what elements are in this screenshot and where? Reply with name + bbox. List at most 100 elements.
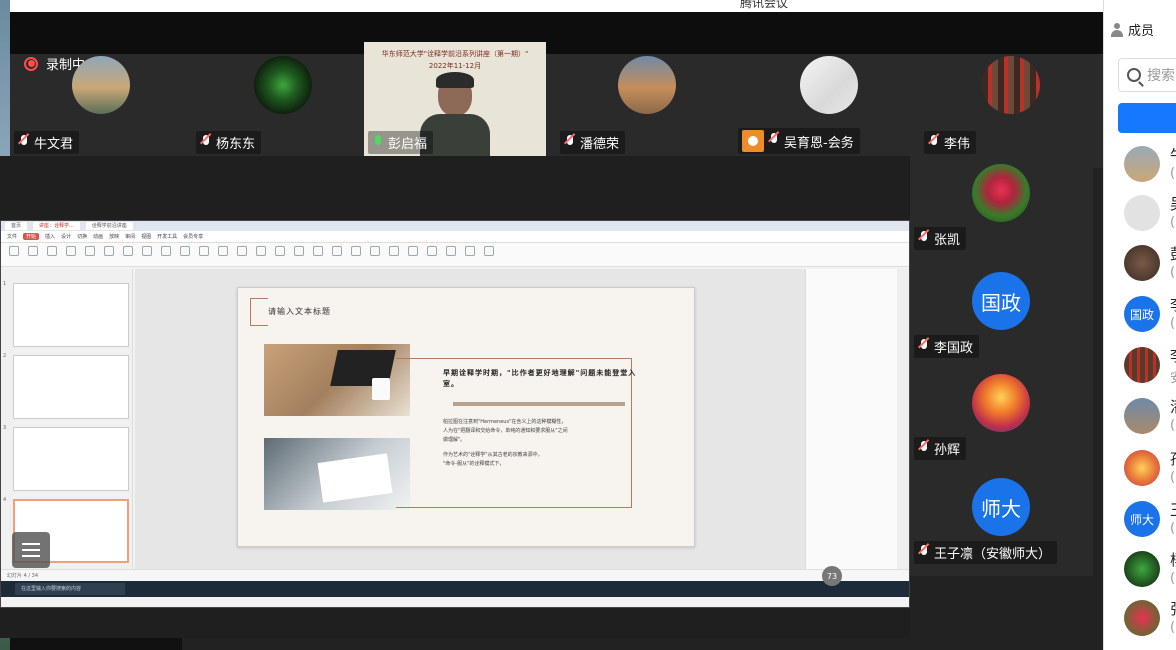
ppt-menu-item[interactable]: 设计 (61, 233, 71, 240)
ribbon-icon[interactable] (104, 246, 114, 256)
participant-tile[interactable]: 牛文君 (10, 42, 192, 156)
member-name: 吴 (1170, 193, 1176, 214)
host-slide-text: 华东师范大学"诠释学前沿系列讲座（第一期）" 2022年11-12月 (368, 48, 542, 72)
member-sub: ( (1170, 470, 1176, 485)
slide-thumbnail[interactable] (13, 283, 129, 347)
member-list-item[interactable]: 潘 ( (1124, 398, 1176, 446)
ppt-menu-item[interactable]: 会员专享 (183, 233, 203, 240)
participant-tile[interactable]: 师大 王子凛（安徽师大） (910, 470, 1093, 570)
ribbon-icon[interactable] (66, 246, 76, 256)
slide[interactable]: 请输入文本标题 早期诠释学时期，"比作者更好地理解"问题未能登堂入室。 柏拉图在… (237, 287, 695, 547)
ribbon-icon[interactable] (142, 246, 152, 256)
slide-title[interactable]: 请输入文本标题 (268, 306, 331, 317)
ribbon-icon[interactable] (332, 246, 342, 256)
ribbon-icon[interactable] (161, 246, 171, 256)
ribbon-icon[interactable] (180, 246, 190, 256)
avatar (1124, 245, 1160, 281)
ribbon-icon[interactable] (47, 246, 57, 256)
avatar (1124, 195, 1160, 231)
ppt-menu-item[interactable]: 开始 (23, 233, 40, 240)
laptop-photo (264, 344, 410, 416)
member-list-item[interactable]: 孙 ( (1124, 450, 1176, 498)
member-list-item[interactable]: 李 安 (1124, 347, 1176, 395)
slide-thumbnail[interactable] (13, 427, 129, 491)
shared-screen[interactable]: 首页 讲座：诠释学... 诠释学前沿讲座 文件 开始 插入 设计 切换 动画 放… (0, 220, 910, 608)
ppt-menu-item[interactable]: 动画 (93, 233, 103, 240)
ribbon-icon[interactable] (446, 246, 456, 256)
ribbon-icon[interactable] (28, 246, 38, 256)
ppt-tab[interactable]: 诠释学前沿讲座 (85, 222, 133, 230)
member-sub: ( (1170, 620, 1176, 635)
taskbar-search[interactable]: 在这里输入你要搜索的内容 (15, 583, 125, 595)
ribbon-icon[interactable] (85, 246, 95, 256)
avatar (972, 374, 1030, 432)
member-sub: ( (1170, 166, 1176, 181)
ribbon-icon[interactable] (218, 246, 228, 256)
member-name: 王 (1170, 499, 1176, 520)
ribbon-icon[interactable] (351, 246, 361, 256)
ribbon-icon[interactable] (389, 246, 399, 256)
member-sub: ( (1170, 418, 1176, 433)
slide-thumbnail[interactable] (13, 355, 129, 419)
ppt-menu-item[interactable]: 视图 (141, 233, 151, 240)
ppt-statusbar: 幻灯片 4 / 34 (1, 569, 909, 581)
host-video-tile[interactable]: 华东师范大学"诠释学前沿系列讲座（第一期）" 2022年11-12月 彭启福 (364, 42, 546, 156)
ribbon-icon[interactable] (294, 246, 304, 256)
ppt-tab[interactable]: 首页 (5, 222, 28, 230)
member-search-input[interactable]: 搜索 (1118, 58, 1176, 92)
participant-name: 王子凛（安徽师大） (934, 547, 1052, 562)
member-name: 张 (1170, 598, 1176, 619)
participant-tile[interactable]: 吴育恩-会务 (738, 42, 920, 156)
ribbon-icon[interactable] (275, 246, 285, 256)
mic-muted-icon (768, 133, 780, 149)
participant-tile[interactable]: 张凯 (910, 156, 1093, 256)
slide-counter: 幻灯片 4 / 34 (7, 573, 38, 579)
slide-body-line: "命令-服从"的诠释模式下， (443, 461, 505, 467)
participant-name-bar: 李国政 (914, 335, 980, 358)
avatar: 师大 (1124, 501, 1160, 537)
member-sub: ( (1170, 521, 1176, 536)
ribbon-icon[interactable] (465, 246, 475, 256)
member-list-item[interactable]: 张 ( (1124, 600, 1176, 648)
ribbon-icon[interactable] (427, 246, 437, 256)
ribbon-icon[interactable] (370, 246, 380, 256)
participant-name: 吴育恩-会务 (784, 135, 854, 151)
member-name: 李 (1170, 345, 1176, 366)
participant-name: 孙辉 (934, 443, 961, 458)
member-list-item[interactable]: 杨 ( (1124, 551, 1176, 599)
participant-name: 李伟 (944, 137, 971, 152)
participant-name-bar: 张凯 (914, 227, 967, 250)
member-name: 牛 (1170, 144, 1176, 165)
members-header: 成员 (1110, 20, 1154, 39)
invite-button[interactable] (1118, 103, 1176, 133)
participant-tile[interactable]: 国政 李国政 (910, 264, 1093, 364)
participant-tile[interactable]: 潘德荣 (556, 42, 738, 156)
ribbon-icon[interactable] (256, 246, 266, 256)
ppt-menu-item[interactable]: 放映 (109, 233, 119, 240)
member-list-item[interactable]: 国政 李 ( (1124, 296, 1176, 344)
ppt-tab[interactable]: 讲座：诠释学... (33, 222, 80, 230)
ribbon-icon[interactable] (9, 246, 19, 256)
ribbon-icon[interactable] (237, 246, 247, 256)
mic-muted-icon (564, 134, 576, 151)
ppt-menu-item[interactable]: 开发工具 (157, 233, 177, 240)
member-list-item[interactable]: 彭 ( (1124, 245, 1176, 293)
ribbon-icon[interactable] (313, 246, 323, 256)
member-list-item[interactable]: 吴 ( (1124, 195, 1176, 243)
ribbon-icon[interactable] (199, 246, 209, 256)
participant-tile[interactable]: 李伟 (920, 42, 1102, 156)
ppt-menu-item[interactable]: 插入 (45, 233, 55, 240)
ppt-menu-item[interactable]: 审阅 (125, 233, 135, 240)
member-list-item[interactable]: 牛 ( (1124, 146, 1176, 194)
participant-tile[interactable]: 孙辉 (910, 366, 1093, 466)
participant-tile[interactable]: 杨东东 (192, 42, 374, 156)
ribbon-icon[interactable] (484, 246, 494, 256)
member-list-item[interactable]: 师大 王 ( (1124, 501, 1176, 549)
ppt-menu-item[interactable]: 切换 (77, 233, 87, 240)
avatar (1124, 551, 1160, 587)
ribbon-icon[interactable] (408, 246, 418, 256)
ribbon-icon[interactable] (123, 246, 133, 256)
ppt-menu-item[interactable]: 文件 (7, 233, 17, 240)
slide-body-line: 柏拉图在注意到"Hermeneus"在含义上的这种模糊性， (443, 419, 567, 425)
menu-button[interactable] (12, 532, 50, 568)
